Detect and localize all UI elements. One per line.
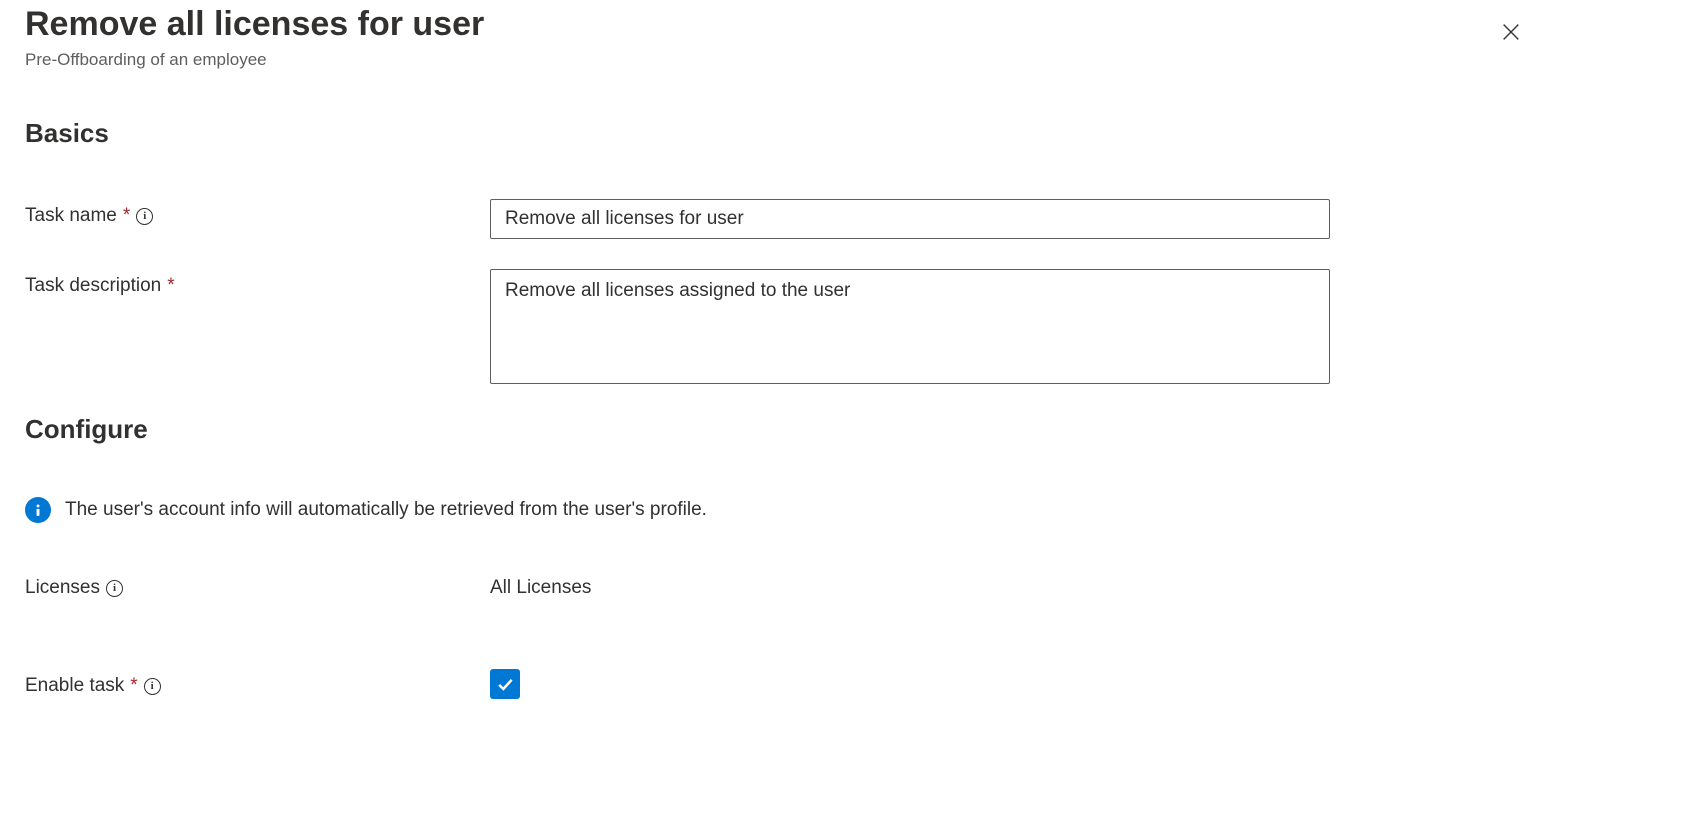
task-name-label: Task name * i [25, 199, 490, 227]
info-icon[interactable]: i [106, 580, 123, 597]
configure-section-title: Configure [25, 414, 1660, 445]
licenses-value: All Licenses [490, 571, 591, 599]
info-icon[interactable]: i [136, 208, 153, 225]
info-banner-text: The user's account info will automatical… [65, 499, 707, 521]
enable-task-checkbox[interactable] [490, 669, 520, 699]
basics-section-title: Basics [25, 118, 1660, 149]
licenses-label: Licenses i [25, 571, 490, 599]
page-title: Remove all licenses for user [25, 5, 484, 44]
close-icon [1500, 21, 1522, 43]
info-banner: The user's account info will automatical… [25, 497, 1660, 523]
enable-task-label: Enable task * i [25, 669, 490, 697]
task-name-input[interactable] [490, 199, 1330, 239]
required-indicator: * [123, 205, 130, 227]
checkmark-icon [495, 674, 515, 694]
close-button[interactable] [1492, 13, 1530, 54]
info-icon[interactable]: i [144, 678, 161, 695]
required-indicator: * [167, 275, 174, 297]
task-description-input[interactable] [490, 269, 1330, 384]
required-indicator: * [130, 675, 137, 697]
page-subtitle: Pre-Offboarding of an employee [25, 50, 484, 70]
task-description-label: Task description * [25, 269, 490, 297]
info-banner-icon [25, 497, 51, 523]
